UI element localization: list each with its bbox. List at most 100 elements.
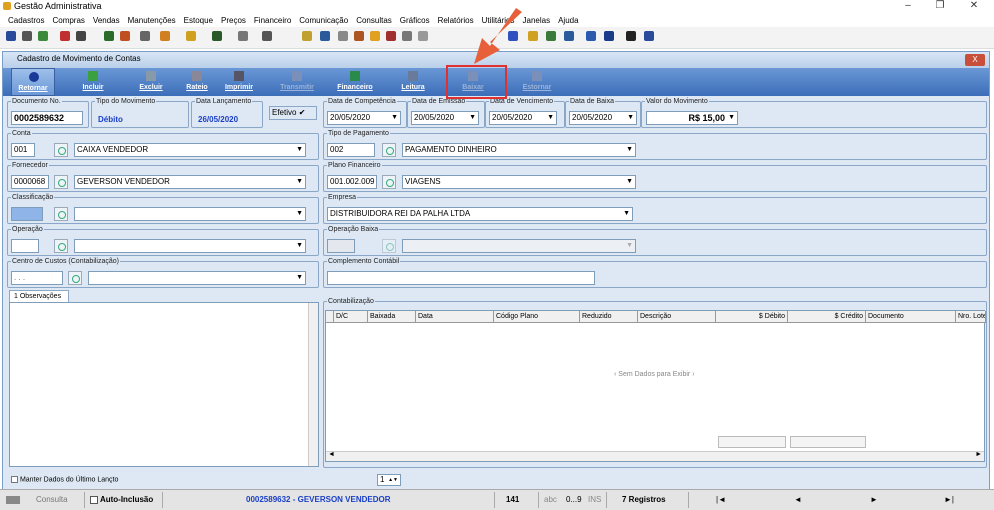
classificacao-code-field[interactable] [11,207,43,221]
menu-comunicacao[interactable]: Comunicação [299,14,348,27]
conta-select[interactable]: CAIXA VENDEDOR ▼ [74,143,306,157]
col-reduzido[interactable]: Reduzido [580,311,638,323]
spinner-arrows-icon[interactable]: ▲▼ [388,475,398,485]
toolbar-icon-20[interactable] [402,31,412,41]
col-descricao[interactable]: Descrição [638,311,716,323]
minimize-button[interactable]: – [898,0,918,12]
menu-compras[interactable]: Compras [52,14,84,27]
col-codigo-plano[interactable]: Código Plano [494,311,580,323]
toolbar-icon-10[interactable] [186,31,196,41]
fornecedor-lookup-icon[interactable] [54,175,68,189]
nav-next-button[interactable]: ► [870,493,878,507]
col-nro-lote[interactable]: Nro. Lote [956,311,986,323]
nav-first-button[interactable]: |◄ [716,493,726,507]
nav-last-button[interactable]: ►| [944,493,954,507]
incluir-button[interactable]: Incluir [71,68,115,96]
toolbar-icon-24[interactable] [546,31,556,41]
scroll-right-icon[interactable]: ► [975,451,982,458]
estornar-button[interactable]: Estornar [515,68,559,96]
toolbar-icon-14[interactable] [302,31,312,41]
transmitir-button[interactable]: Transmitir [275,68,319,96]
menu-precos[interactable]: Preços [221,14,246,27]
empresa-select[interactable]: DISTRIBUIDORA REI DA PALHA LTDA ▼ [327,207,633,221]
menu-financeiro[interactable]: Financeiro [254,14,291,27]
menu-ajuda[interactable]: Ajuda [558,14,578,27]
plano-lookup-icon[interactable] [382,175,396,189]
col-debito[interactable]: $ Débito [716,311,788,323]
leitura-button[interactable]: Leitura [391,68,435,96]
fornecedor-code-field[interactable]: 0000068 [11,175,49,189]
data-competencia-field[interactable]: 20/05/2020 ▼ [327,111,401,125]
nav-prev-button[interactable]: ◄ [794,493,802,507]
plano-code-field[interactable]: 001.002.009 [327,175,377,189]
auto-inclusao-checkbox[interactable]: Auto-Inclusão [90,493,153,507]
toolbar-icon-2[interactable] [22,31,32,41]
menu-cadastros[interactable]: Cadastros [8,14,44,27]
toolbar-icon-11[interactable] [212,31,222,41]
toolbar-icon-28[interactable] [626,31,636,41]
restore-button[interactable]: ❐ [930,0,950,12]
plano-select[interactable]: VIAGENS ▼ [402,175,636,189]
toolbar-icon-4[interactable] [60,31,70,41]
toolbar-icon-8[interactable] [140,31,150,41]
toolbar-icon-21[interactable] [418,31,428,41]
classificacao-select[interactable]: ▼ [74,207,306,221]
menu-vendas[interactable]: Vendas [93,14,120,27]
toolbar-icon-16[interactable] [338,31,348,41]
centro-custos-lookup-icon[interactable] [68,271,82,285]
tab-observacoes[interactable]: 1 Observações [9,290,69,302]
observacoes-scrollbar[interactable] [308,303,318,466]
toolbar-icon-9[interactable] [160,31,170,41]
financeiro-button[interactable]: Financeiro [333,68,377,96]
efetivo-checkbox[interactable]: Efetivo ✔ [269,106,317,120]
menu-relatorios[interactable]: Relatórios [438,14,474,27]
menu-manutencoes[interactable]: Manutenções [128,14,176,27]
menu-consultas[interactable]: Consultas [356,14,392,27]
centro-custos-select[interactable]: ▼ [88,271,306,285]
toolbar-icon-1[interactable] [6,31,16,41]
observacoes-textarea[interactable] [9,302,319,467]
toolbar-icon-3[interactable] [38,31,48,41]
fornecedor-select[interactable]: GEVERSON VENDEDOR ▼ [74,175,306,189]
imprimir-button[interactable]: Imprimir [217,68,261,96]
classificacao-lookup-icon[interactable] [54,207,68,221]
toolbar-icon-18[interactable] [370,31,380,41]
rateio-button[interactable]: Rateio [175,68,219,96]
col-data[interactable]: Data [416,311,494,323]
grid-horizontal-scrollbar[interactable]: ◄ ► [326,451,984,461]
retornar-button[interactable]: Retornar [11,68,55,96]
conta-code-field[interactable]: 001 [11,143,35,157]
tipo-pagamento-lookup-icon[interactable] [382,143,396,157]
close-app-button[interactable]: ✕ [964,0,984,12]
col-credito[interactable]: $ Crédito [788,311,866,323]
menu-graficos[interactable]: Gráficos [400,14,430,27]
toolbar-icon-27[interactable] [604,31,614,41]
data-emissao-field[interactable]: 20/05/2020 ▼ [411,111,479,125]
conta-lookup-icon[interactable] [54,143,68,157]
operacao-lookup-icon[interactable] [54,239,68,253]
toolbar-icon-6[interactable] [104,31,114,41]
col-baixada[interactable]: Baixada [368,311,416,323]
toolbar-icon-29[interactable] [644,31,654,41]
valor-field[interactable]: R$ 15,00 ▼ [646,111,738,125]
operacao-select[interactable]: ▼ [74,239,306,253]
complemento-field[interactable] [327,271,595,285]
data-vencimento-field[interactable]: 20/05/2020 ▼ [489,111,557,125]
scroll-left-icon[interactable]: ◄ [328,451,335,458]
window-close-button[interactable]: X [965,54,985,66]
spinner-field[interactable]: 1 ▲▼ [377,474,401,486]
menu-estoque[interactable]: Estoque [184,14,213,27]
excluir-button[interactable]: Excluir [129,68,173,96]
toolbar-icon-19[interactable] [386,31,396,41]
toolbar-icon-17[interactable] [354,31,364,41]
manter-dados-checkbox[interactable]: Manter Dados do Último Lançto [11,476,118,483]
data-baixa-field[interactable]: 20/05/2020 ▼ [569,111,637,125]
toolbar-icon-26[interactable] [586,31,596,41]
toolbar-icon-12[interactable] [238,31,248,41]
documento-field[interactable]: 0002589632 [11,111,83,125]
col-dc[interactable]: D/C [334,311,368,323]
toolbar-icon-5[interactable] [76,31,86,41]
centro-custos-code-field[interactable]: . . . [11,271,63,285]
col-documento[interactable]: Documento [866,311,956,323]
toolbar-icon-7[interactable] [120,31,130,41]
